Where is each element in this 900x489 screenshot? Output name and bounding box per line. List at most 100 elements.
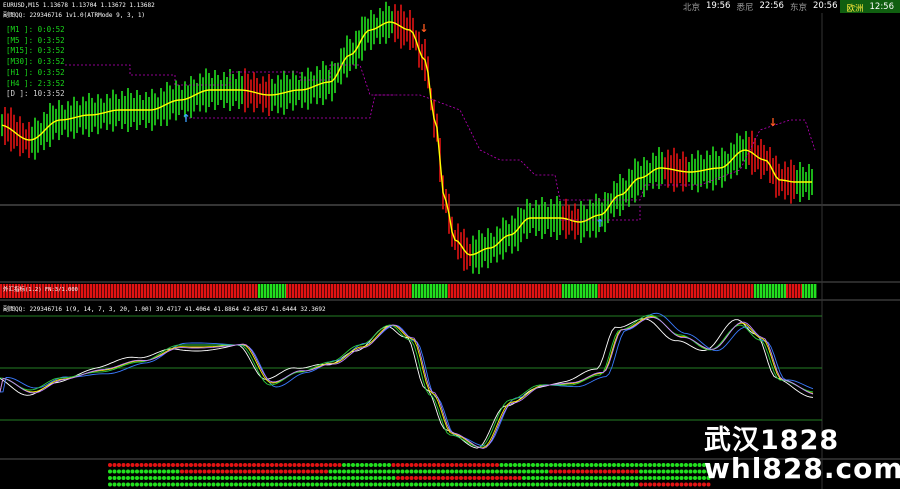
- signal-strip-cell: [397, 284, 400, 298]
- matrix-dot: [261, 482, 265, 487]
- signal-strip-cell: [159, 284, 162, 298]
- matrix-dot: [108, 482, 112, 487]
- clock-europe-box: 欧洲 12:56: [840, 0, 900, 14]
- matrix-dot: [639, 482, 643, 487]
- matrix-dot: [436, 476, 441, 480]
- matrix-dot: [616, 476, 621, 480]
- matrix-dot: [256, 463, 261, 467]
- matrix-dot: [328, 463, 333, 467]
- signal-strip-cell: [99, 284, 102, 298]
- matrix-dot: [693, 463, 697, 467]
- matrix-dot: [612, 482, 616, 487]
- matrix-dot: [607, 469, 612, 474]
- matrix-dot: [171, 482, 175, 487]
- signal-strip-cell: [126, 284, 129, 298]
- signal-strip-cell: [108, 284, 111, 298]
- matrix-dot: [450, 469, 454, 474]
- sell-arrow-icon: ↓: [768, 116, 777, 129]
- matrix-dot: [337, 482, 342, 487]
- matrix-dot: [463, 469, 468, 474]
- matrix-dot: [256, 476, 261, 480]
- signal-strip-cell: [343, 284, 346, 298]
- matrix-dot: [513, 469, 517, 474]
- matrix-dot: [364, 476, 369, 480]
- signal-strip-cell: [84, 284, 87, 298]
- signal-strip-cell: [400, 284, 403, 298]
- matrix-dot: [355, 469, 360, 474]
- matrix-dot: [472, 476, 477, 480]
- matrix-dot: [238, 463, 243, 467]
- matrix-dot: [490, 469, 495, 474]
- matrix-dot: [364, 469, 369, 474]
- signal-strip-cell: [541, 284, 544, 298]
- signal-strip-cell: [364, 284, 367, 298]
- matrix-dot: [297, 469, 301, 474]
- matrix-dot: [679, 469, 684, 474]
- signal-strip-cell: [135, 284, 138, 298]
- signal-strip-cell: [748, 284, 751, 298]
- matrix-dot: [598, 469, 603, 474]
- matrix-dot: [400, 482, 405, 487]
- matrix-dot: [162, 463, 166, 467]
- signal-strip-cell: [87, 284, 90, 298]
- matrix-dot: [414, 476, 418, 480]
- signal-strip-cell: [304, 284, 307, 298]
- chart-canvas[interactable]: ↑ ↓ ↑ ↓: [0, 0, 900, 489]
- matrix-dot: [148, 482, 153, 487]
- signal-strip-cell: [658, 284, 661, 298]
- matrix-dot: [193, 469, 198, 474]
- signal-strip-cell: [286, 284, 289, 298]
- matrix-dot: [117, 469, 121, 474]
- matrix-dot: [319, 476, 324, 480]
- matrix-dot: [625, 482, 630, 487]
- matrix-dot: [472, 482, 477, 487]
- signal-strip-cell: [733, 284, 736, 298]
- matrix-dot: [243, 463, 247, 467]
- signal-strip-cell: [622, 284, 625, 298]
- signal-strip-cell: [574, 284, 577, 298]
- matrix-dot: [247, 469, 252, 474]
- signal-strip-cell: [219, 284, 222, 298]
- signal-strip-cell: [346, 284, 349, 298]
- matrix-dot: [616, 469, 621, 474]
- matrix-dot: [369, 476, 373, 480]
- matrix-dot: [445, 482, 450, 487]
- matrix-dot: [202, 476, 207, 480]
- signal-strip-cell: [415, 284, 418, 298]
- matrix-dot: [256, 469, 261, 474]
- signal-strip-cell: [766, 284, 769, 298]
- matrix-dot: [553, 469, 558, 474]
- signal-strip-cell: [502, 284, 505, 298]
- matrix-dot: [513, 463, 517, 467]
- matrix-dot: [558, 482, 562, 487]
- matrix-dot: [562, 469, 567, 474]
- matrix-dot: [139, 482, 144, 487]
- matrix-dot: [265, 463, 270, 467]
- signal-strip-cell: [786, 284, 789, 298]
- signal-strip-cell: [454, 284, 457, 298]
- tf-h4: [H4 ]: 2:3:52: [6, 78, 65, 88]
- signal-strip-cell: [505, 284, 508, 298]
- tf-d: [D ]: 10:3:52: [6, 89, 65, 99]
- matrix-dot: [274, 463, 279, 467]
- signal-strip-cell: [781, 284, 784, 298]
- signal-strip-cell: [370, 284, 373, 298]
- matrix-dot: [360, 469, 364, 474]
- matrix-dot: [571, 463, 576, 467]
- signal-strip-cell: [334, 284, 337, 298]
- matrix-dot: [175, 463, 180, 467]
- signal-strip-cell: [598, 284, 601, 298]
- signal-strip-cell: [252, 284, 255, 298]
- matrix-dot: [652, 476, 657, 480]
- matrix-dot: [648, 469, 652, 474]
- matrix-dot: [688, 482, 693, 487]
- signal-strip-cell: [117, 284, 120, 298]
- signal-strip-cell: [249, 284, 252, 298]
- matrix-dot: [684, 482, 688, 487]
- matrix-dot: [274, 482, 279, 487]
- matrix-dot: [585, 469, 589, 474]
- matrix-dot: [607, 463, 612, 467]
- matrix-dot: [400, 476, 405, 480]
- signal-strip-cell: [442, 284, 445, 298]
- clock-city-europe: 欧洲: [846, 4, 864, 14]
